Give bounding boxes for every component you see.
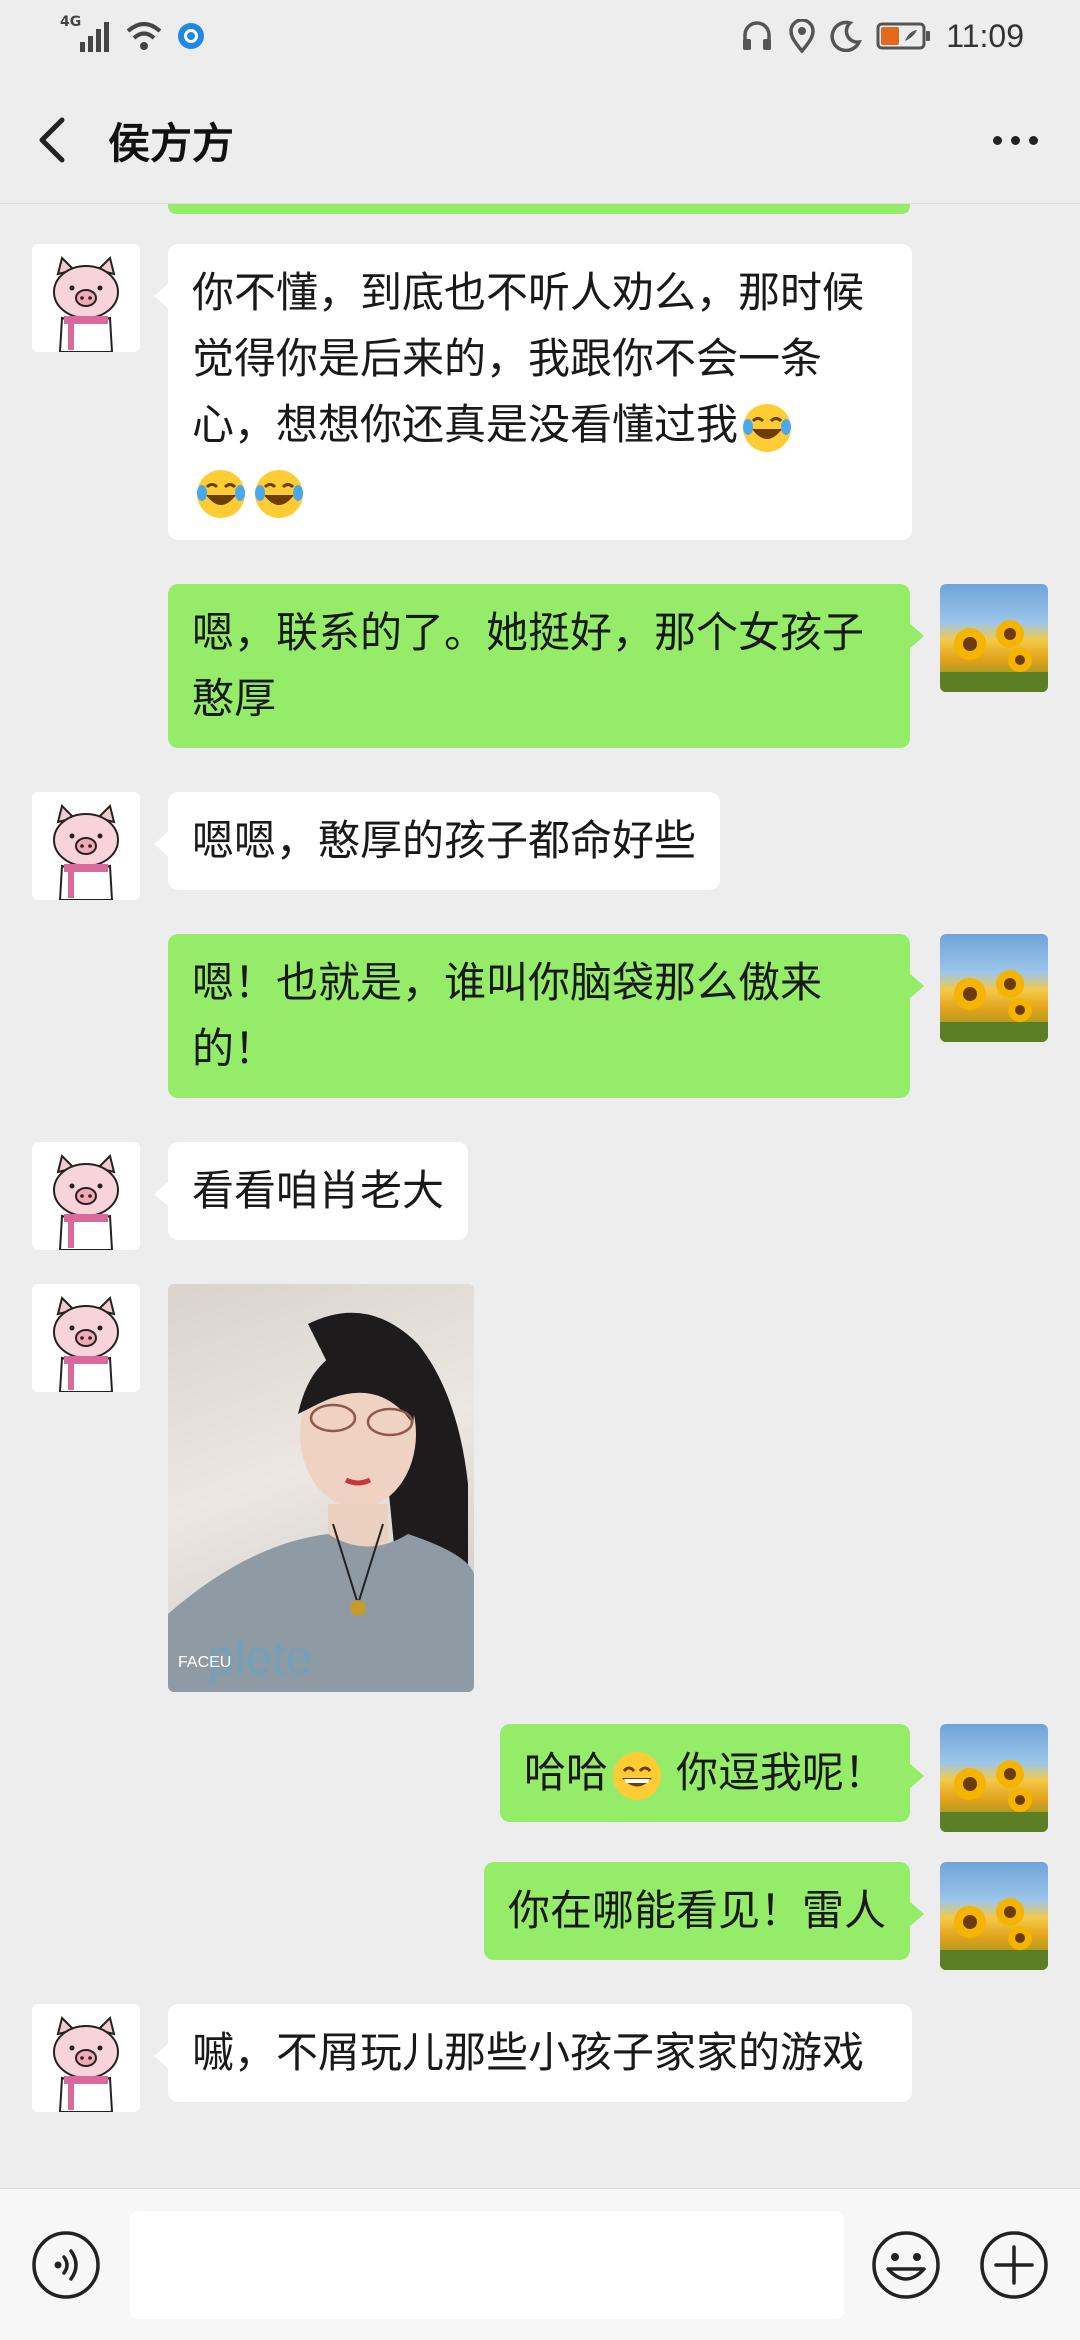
message-text: 嗯，联系的了。她挺好，那个女孩子憨厚 [192, 608, 865, 723]
more-options-icon[interactable] [980, 112, 1050, 168]
pig-avatar-icon [53, 256, 119, 352]
tears-of-joy-emoji-icon [255, 469, 303, 518]
pig-avatar-icon [53, 804, 119, 900]
status-left: 4G [60, 14, 206, 56]
outgoing-message-bubble[interactable]: 嗯！也就是，谁叫你脑袋那么傲来的！ [168, 934, 924, 1098]
my-avatar[interactable] [940, 584, 1048, 692]
back-arrow-icon[interactable] [30, 112, 80, 168]
sunflower-avatar-icon [940, 1760, 1048, 1832]
sunflower-avatar-icon [940, 970, 1048, 1042]
my-avatar[interactable] [940, 1862, 1048, 1970]
contact-name: 侯方方 [108, 119, 235, 168]
previous-message-bubble [168, 204, 910, 214]
moon-icon [830, 20, 863, 52]
pig-avatar-icon [53, 1154, 119, 1250]
contact-avatar[interactable] [32, 244, 140, 352]
sunflower-avatar-icon [940, 1898, 1048, 1970]
outgoing-message-bubble[interactable]: 你在哪能看见！雷人 [483, 1862, 925, 1960]
message-list[interactable]: 你不懂，到底也不听人劝么，那时候觉得你是后来的，我跟你不会一条心，想想你还真是没… [0, 204, 1080, 2188]
network-label: 4G [60, 14, 82, 30]
status-right: 11:09 [740, 14, 1024, 58]
image-message[interactable]: plete FACEU [168, 1284, 474, 1692]
message-text: 你在哪能看见！雷人 [507, 1886, 886, 1935]
incoming-message-bubble[interactable]: 看看咱肖老大 [153, 1142, 469, 1240]
message-text: 哈哈 [523, 1748, 608, 1797]
headphones-icon [743, 21, 772, 50]
status-bar: 4G 11:09 [0, 0, 1080, 72]
more-functions-icon[interactable] [978, 2229, 1050, 2301]
tears-of-joy-emoji-icon [743, 403, 792, 452]
app-notification-icon [178, 23, 204, 49]
input-bar [0, 2188, 1080, 2340]
selfie-photo: plete [168, 1312, 474, 1692]
message-text: 嗯！也就是，谁叫你脑袋那么傲来的！ [192, 958, 823, 1073]
message-text: 看看咱肖老大 [192, 1166, 445, 1215]
contact-avatar[interactable] [32, 2004, 140, 2112]
message-text: 嘁，不屑玩儿那些小孩子家家的游戏 [192, 2028, 865, 2077]
voice-input-icon[interactable] [30, 2229, 102, 2301]
chat-header: 侯方方 [0, 72, 1080, 204]
sunflower-avatar-icon [940, 620, 1048, 692]
photo-watermark: FACEU [178, 1654, 232, 1671]
my-avatar[interactable] [940, 934, 1048, 1042]
message-text: 你逗我呢！ [675, 1748, 886, 1797]
grinning-emoji-icon [612, 1751, 661, 1800]
message-input[interactable] [130, 2211, 844, 2319]
battery-icon [876, 22, 931, 50]
contact-avatar[interactable] [32, 1284, 140, 1392]
clock: 11:09 [946, 17, 1024, 54]
pig-avatar-icon [53, 2016, 119, 2112]
wifi-icon [126, 22, 162, 50]
my-avatar[interactable] [940, 1724, 1048, 1832]
incoming-message-bubble[interactable]: 嗯嗯，憨厚的孩子都命好些 [153, 792, 721, 890]
signal-icon: 4G [60, 14, 112, 56]
outgoing-message-bubble[interactable]: 哈哈 你逗我呢！ [499, 1724, 925, 1822]
incoming-message-bubble[interactable]: 嘁，不屑玩儿那些小孩子家家的游戏 [154, 2004, 912, 2102]
incoming-message-bubble[interactable]: 你不懂，到底也不听人劝么，那时候觉得你是后来的，我跟你不会一条心，想想你还真是没… [154, 244, 912, 540]
pig-avatar-icon [53, 1296, 119, 1392]
contact-avatar[interactable] [32, 1142, 140, 1250]
location-icon [789, 19, 816, 53]
message-text: 嗯嗯，憨厚的孩子都命好些 [192, 816, 697, 865]
tears-of-joy-emoji-icon [197, 469, 245, 518]
contact-avatar[interactable] [32, 792, 140, 900]
emoji-picker-icon[interactable] [870, 2229, 942, 2301]
outgoing-message-bubble[interactable]: 嗯，联系的了。她挺好，那个女孩子憨厚 [168, 584, 924, 748]
